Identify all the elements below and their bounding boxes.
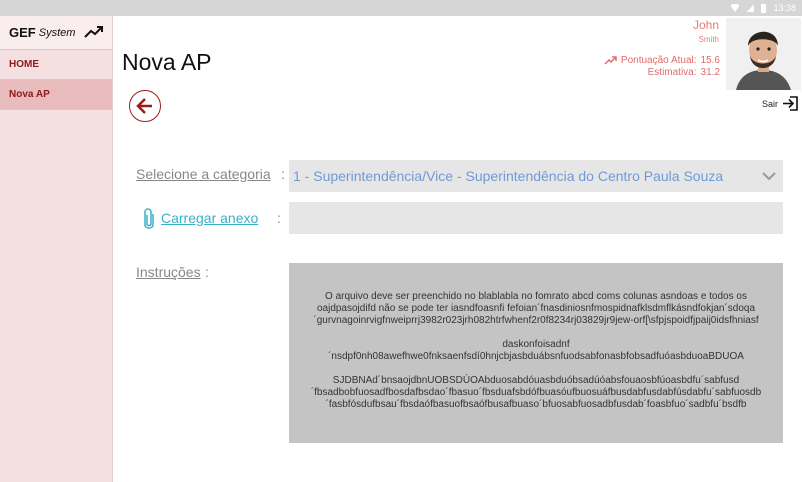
brand-sub: System bbox=[38, 26, 76, 39]
trending-up-icon bbox=[604, 56, 617, 65]
estimate-value: 31.2 bbox=[700, 67, 720, 78]
wifi-icon bbox=[730, 4, 740, 12]
paperclip-icon bbox=[144, 208, 154, 229]
signal-icon bbox=[746, 4, 755, 12]
category-label: Selecione a categoria bbox=[136, 166, 271, 182]
avatar-photo-icon bbox=[726, 18, 801, 90]
brand-main: GEF bbox=[9, 25, 36, 40]
instructions-paragraph: daskonfoisadnf ´nsdpf0nh08awefhwe0fnksae… bbox=[328, 339, 744, 362]
status-time: 13:38 bbox=[773, 3, 796, 13]
instructions-paragraph: O arquivo deve ser preenchido no blablab… bbox=[313, 291, 759, 326]
page-title: Nova AP bbox=[122, 49, 212, 75]
logout-label: Sair bbox=[761, 98, 778, 109]
user-name: John bbox=[692, 18, 719, 32]
status-bar: 13:38 bbox=[0, 0, 802, 16]
sidebar-item-label: HOME bbox=[9, 59, 39, 70]
sidebar-item-nova-ap[interactable]: Nova AP bbox=[0, 80, 112, 110]
score-value: 15.6 bbox=[700, 55, 720, 66]
logout-button[interactable]: Sair bbox=[762, 96, 798, 111]
battery-icon bbox=[761, 3, 767, 13]
estimate-label: Estimativa: bbox=[647, 67, 697, 78]
instructions-colon: : bbox=[205, 264, 209, 280]
brand[interactable]: GEF System bbox=[0, 16, 112, 50]
back-button[interactable] bbox=[129, 90, 161, 122]
sidebar-item-home[interactable]: HOME bbox=[0, 50, 112, 80]
logout-icon bbox=[783, 96, 798, 111]
user-surname: Smith bbox=[698, 35, 719, 44]
arrow-left-icon bbox=[136, 98, 152, 114]
status-icons: 13:38 bbox=[730, 2, 796, 14]
score-row: Pontuação Atual: 15.6 bbox=[604, 55, 720, 66]
instructions-label: Instruções bbox=[136, 264, 201, 280]
estimate-row: Estimativa: 31.2 bbox=[648, 67, 720, 78]
category-value: 1 - Superintendência/Vice - Superintendê… bbox=[293, 168, 724, 184]
avatar bbox=[726, 18, 801, 90]
attachment-field[interactable] bbox=[289, 202, 783, 234]
category-colon: : bbox=[281, 166, 285, 182]
sidebar-item-label: Nova AP bbox=[9, 89, 50, 100]
instructions-paragraph: SJDBNAd´bnsaojdbnUOBSDÚOAbduosabdóuasbdu… bbox=[310, 375, 762, 410]
trending-up-icon bbox=[84, 26, 103, 38]
category-select[interactable]: 1 - Superintendência/Vice - Superintendê… bbox=[289, 160, 783, 192]
sidebar: GEF System HOME Nova AP bbox=[0, 16, 113, 482]
score-label: Pontuação Atual: bbox=[620, 55, 697, 66]
chevron-down-icon bbox=[762, 172, 776, 181]
instructions-box: O arquivo deve ser preenchido no blablab… bbox=[289, 263, 783, 443]
attach-colon: : bbox=[277, 210, 281, 226]
upload-attachment-link[interactable]: Carregar anexo bbox=[161, 210, 258, 226]
